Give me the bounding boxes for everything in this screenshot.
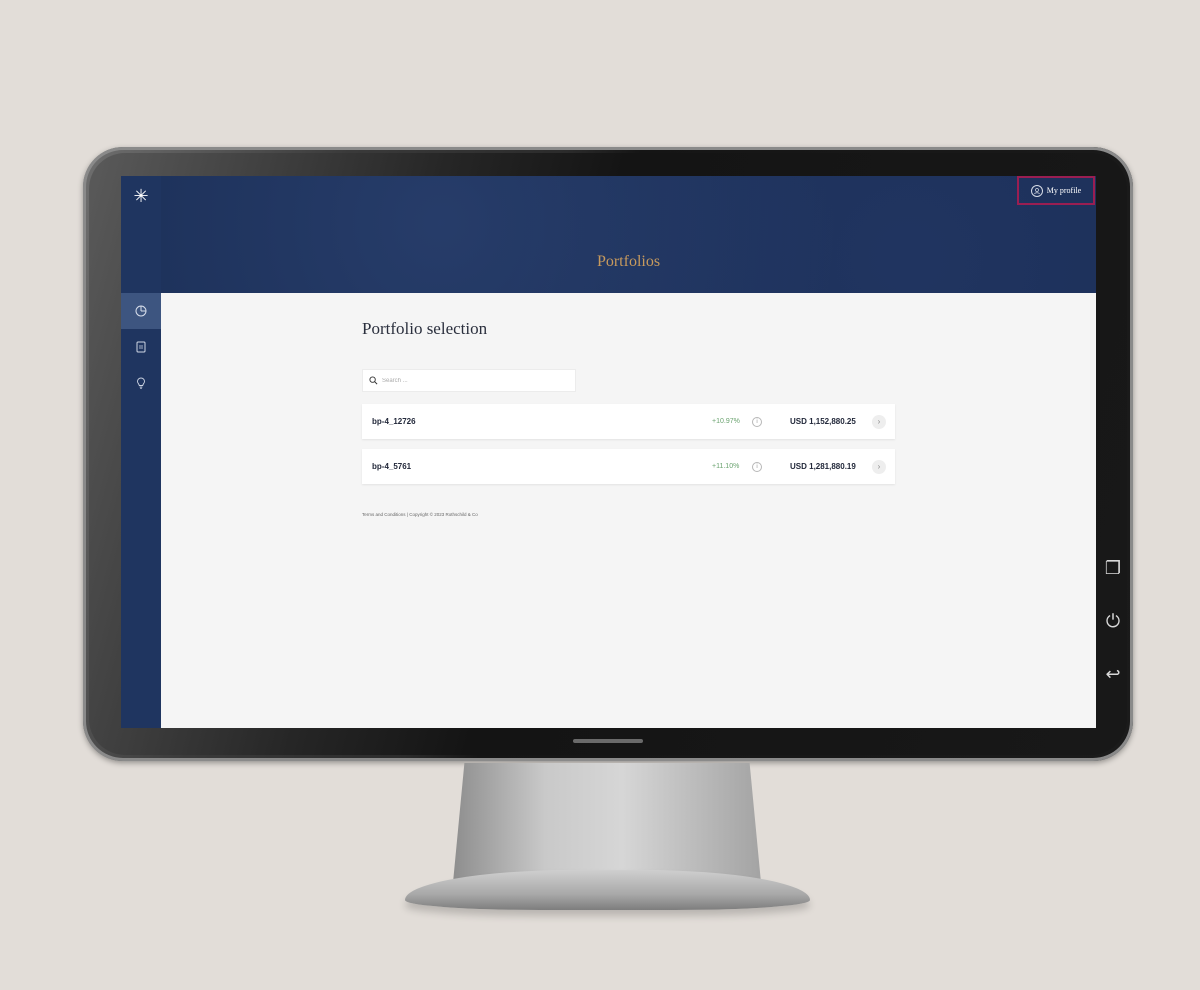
portfolio-name: bp-4_5761 bbox=[372, 462, 412, 471]
header-banner: Portfolios My profile bbox=[161, 176, 1096, 293]
my-profile-label: My profile bbox=[1046, 186, 1082, 195]
pie-chart-icon bbox=[135, 305, 147, 317]
sidebar-nav bbox=[121, 293, 161, 401]
portfolio-value: USD 1,281,880.19 bbox=[790, 462, 856, 471]
chevron-right-icon[interactable]: › bbox=[872, 414, 886, 429]
portfolio-row[interactable]: bp-4_12726 +10.97% i USD 1,152,880.25 › bbox=[362, 404, 895, 439]
user-icon bbox=[1030, 184, 1043, 197]
sidebar-item-insights[interactable] bbox=[121, 365, 161, 401]
main-content: Portfolio selection bp-4_12726 +10.97% i… bbox=[362, 319, 902, 517]
app-screen: ✳ Portfolios My profile Portfolio select… bbox=[121, 176, 1096, 728]
page-header-title: Portfolios bbox=[596, 253, 661, 270]
sidebar: ✳ bbox=[121, 176, 161, 728]
search-icon bbox=[369, 376, 378, 385]
power-icon: ⏻ bbox=[1105, 611, 1121, 632]
lightbulb-icon bbox=[137, 377, 145, 389]
search-box[interactable] bbox=[362, 369, 576, 392]
chevron-right-icon[interactable]: › bbox=[872, 459, 886, 474]
sidebar-item-documents[interactable] bbox=[121, 329, 161, 365]
footer-text[interactable]: Terms and Conditions | Copyright © 2023 … bbox=[362, 512, 902, 517]
portfolio-name: bp-4_12726 bbox=[372, 417, 416, 426]
portfolio-row[interactable]: bp-4_5761 +11.10% i USD 1,281,880.19 › bbox=[362, 449, 895, 484]
window-icon: ❐ bbox=[1104, 558, 1122, 579]
sidebar-item-portfolios[interactable] bbox=[121, 293, 161, 329]
portfolio-performance: +11.10% bbox=[712, 463, 740, 470]
info-icon[interactable]: i bbox=[752, 416, 762, 427]
my-profile-button[interactable]: My profile bbox=[1017, 176, 1095, 205]
portfolio-performance: +10.97% bbox=[712, 418, 740, 425]
monitor-stand-base bbox=[405, 870, 810, 910]
document-icon bbox=[136, 341, 146, 353]
portfolio-value: USD 1,152,880.25 bbox=[790, 417, 856, 426]
star-logo-icon[interactable]: ✳ bbox=[121, 176, 161, 216]
info-icon[interactable]: i bbox=[752, 461, 762, 472]
page-title: Portfolio selection bbox=[362, 319, 488, 338]
back-icon: ↩ bbox=[1105, 664, 1121, 685]
search-input[interactable] bbox=[382, 377, 562, 384]
monitor-camera-slot bbox=[573, 739, 643, 743]
